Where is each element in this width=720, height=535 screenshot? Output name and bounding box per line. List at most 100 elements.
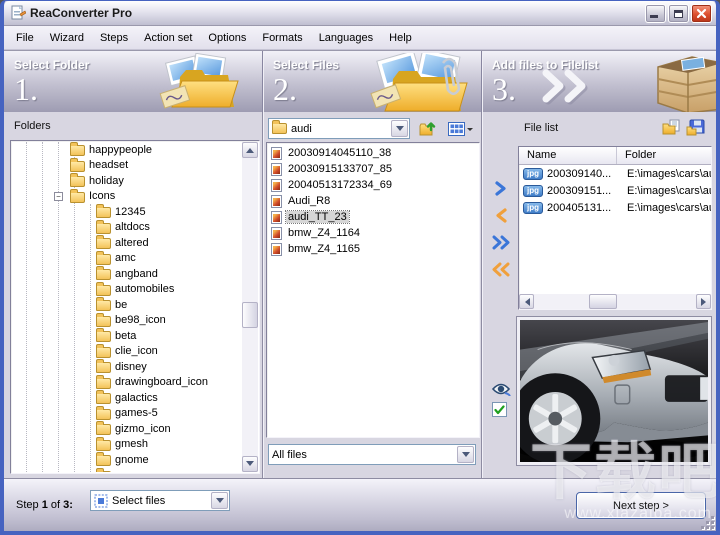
filelist-row[interactable]: jpg200309140...E:\images\cars\au [519, 165, 711, 182]
filelist-table[interactable]: Name Folder jpg200309140...E:\images\car… [518, 146, 712, 310]
open-filelist-button[interactable] [660, 116, 682, 138]
tree-item[interactable]: happypeople [12, 142, 242, 158]
tree-item[interactable]: beta [12, 328, 242, 344]
tree-item[interactable]: gnome [12, 452, 242, 468]
folder-tree-content: happypeopleheadsetholiday−Icons12345altd… [12, 142, 242, 472]
folder-icon [96, 440, 111, 451]
tree-item[interactable]: 12345 [12, 204, 242, 220]
preview-toggle-button[interactable] [488, 378, 514, 400]
file-item[interactable]: bmw_Z4_1165 [268, 241, 478, 257]
hscrollbar-thumb[interactable] [589, 294, 617, 309]
tree-item[interactable]: amc [12, 251, 242, 267]
folder-icon [96, 238, 111, 249]
menu-item-steps[interactable]: Steps [92, 29, 136, 47]
minimize-button[interactable] [645, 4, 666, 23]
tree-item-label: be98_icon [115, 314, 166, 326]
menu-item-languages[interactable]: Languages [311, 29, 381, 47]
tree-item[interactable]: disney [12, 359, 242, 375]
next-step-button[interactable]: Next step > [576, 492, 706, 519]
tree-item[interactable]: altdocs [12, 220, 242, 236]
scroll-down-button[interactable] [242, 456, 258, 472]
views-button[interactable] [444, 118, 476, 140]
tree-collapse-icon[interactable]: − [54, 192, 63, 201]
folder-combo-dropdown-button[interactable] [391, 120, 408, 137]
folder-icon [96, 254, 111, 265]
column-header-name[interactable]: Name [519, 147, 617, 164]
folder-icon [96, 331, 111, 342]
up-one-level-button[interactable] [416, 118, 440, 140]
tree-item-label: automobiles [115, 283, 174, 295]
menu-item-options[interactable]: Options [200, 29, 254, 47]
image-preview [516, 316, 712, 466]
chevron-down-icon [462, 452, 470, 461]
file-item[interactable]: Audi_R8 [268, 193, 478, 209]
tree-item[interactable]: clie_icon [12, 344, 242, 360]
file-item[interactable]: 20040513172334_69 [268, 177, 478, 193]
tree-item[interactable]: automobiles [12, 282, 242, 298]
add-all-files-button[interactable] [488, 231, 514, 253]
title-bar[interactable]: ReaConverter Pro [4, 1, 716, 26]
tree-item[interactable]: altered [12, 235, 242, 251]
tree-item[interactable]: gmesh [12, 437, 242, 453]
filter-combo[interactable]: All files [268, 444, 476, 465]
tree-item[interactable] [12, 468, 242, 473]
auto-preview-checkbox[interactable] [492, 402, 507, 417]
folder-icon [96, 409, 111, 420]
jpg-badge-icon: jpg [523, 202, 543, 214]
tree-scrollbar[interactable] [242, 142, 258, 472]
menu-item-help[interactable]: Help [381, 29, 420, 47]
scroll-left-button[interactable] [519, 294, 534, 309]
filelist-hscrollbar[interactable] [519, 294, 711, 309]
file-item[interactable]: audi_TT_23 [268, 209, 478, 225]
jpg-file-icon [271, 195, 282, 208]
file-item[interactable]: bmw_Z4_1164 [268, 225, 478, 241]
tree-item[interactable]: angband [12, 266, 242, 282]
menu-item-wizard[interactable]: Wizard [42, 29, 92, 47]
folder-combo[interactable]: audi [268, 118, 410, 139]
tree-item[interactable]: −Icons [12, 189, 242, 205]
tree-item[interactable]: holiday [12, 173, 242, 189]
close-button[interactable] [691, 4, 712, 23]
save-filelist-button[interactable] [684, 116, 706, 138]
filelist-row[interactable]: jpg200405131...E:\images\cars\au [519, 199, 711, 216]
folder-icon [96, 316, 111, 327]
filelist-table-header[interactable]: Name Folder [519, 147, 711, 165]
file-item[interactable]: 20030914045110_38 [268, 145, 478, 161]
remove-file-button[interactable] [488, 204, 514, 226]
crate-icon [652, 51, 716, 112]
add-file-button[interactable] [488, 177, 514, 199]
tree-item[interactable]: games-5 [12, 406, 242, 422]
tree-item[interactable]: headset [12, 158, 242, 174]
arrow-up-icon [246, 144, 254, 153]
maximize-button[interactable] [668, 4, 689, 23]
step-status: Step 1 of 3: [16, 499, 73, 511]
tree-item[interactable]: galactics [12, 390, 242, 406]
tree-item-label: gizmo_icon [115, 423, 171, 435]
menu-item-action-set[interactable]: Action set [136, 29, 200, 47]
resize-grip[interactable] [701, 516, 714, 529]
folder-tree[interactable]: happypeopleheadsetholiday−Icons12345altd… [10, 140, 260, 474]
folder-icon [96, 424, 111, 435]
scrollbar-thumb[interactable] [242, 302, 258, 328]
mode-combo-dropdown-button[interactable] [211, 492, 228, 509]
menu-item-formats[interactable]: Formats [254, 29, 310, 47]
jpg-file-icon [271, 243, 282, 256]
mode-combo[interactable]: Select files [90, 490, 230, 511]
menu-item-file[interactable]: File [8, 29, 42, 47]
tree-item[interactable]: drawingboard_icon [12, 375, 242, 391]
filelist-row[interactable]: jpg200309151...E:\images\cars\au [519, 182, 711, 199]
scroll-right-button[interactable] [696, 294, 711, 309]
remove-all-files-button[interactable] [488, 258, 514, 280]
scroll-up-button[interactable] [242, 142, 258, 158]
save-floppy-icon [686, 119, 705, 136]
double-chevron-right-icon [491, 235, 511, 250]
filter-combo-dropdown-button[interactable] [457, 446, 474, 463]
tree-item[interactable]: be [12, 297, 242, 313]
column-header-folder[interactable]: Folder [617, 147, 711, 164]
file-listbox[interactable]: 20030914045110_3820030915133707_85200405… [266, 142, 480, 438]
file-item[interactable]: 20030915133707_85 [268, 161, 478, 177]
tree-item[interactable]: be98_icon [12, 313, 242, 329]
app-icon [10, 5, 26, 21]
chevron-left-icon [494, 208, 508, 223]
tree-item[interactable]: gizmo_icon [12, 421, 242, 437]
